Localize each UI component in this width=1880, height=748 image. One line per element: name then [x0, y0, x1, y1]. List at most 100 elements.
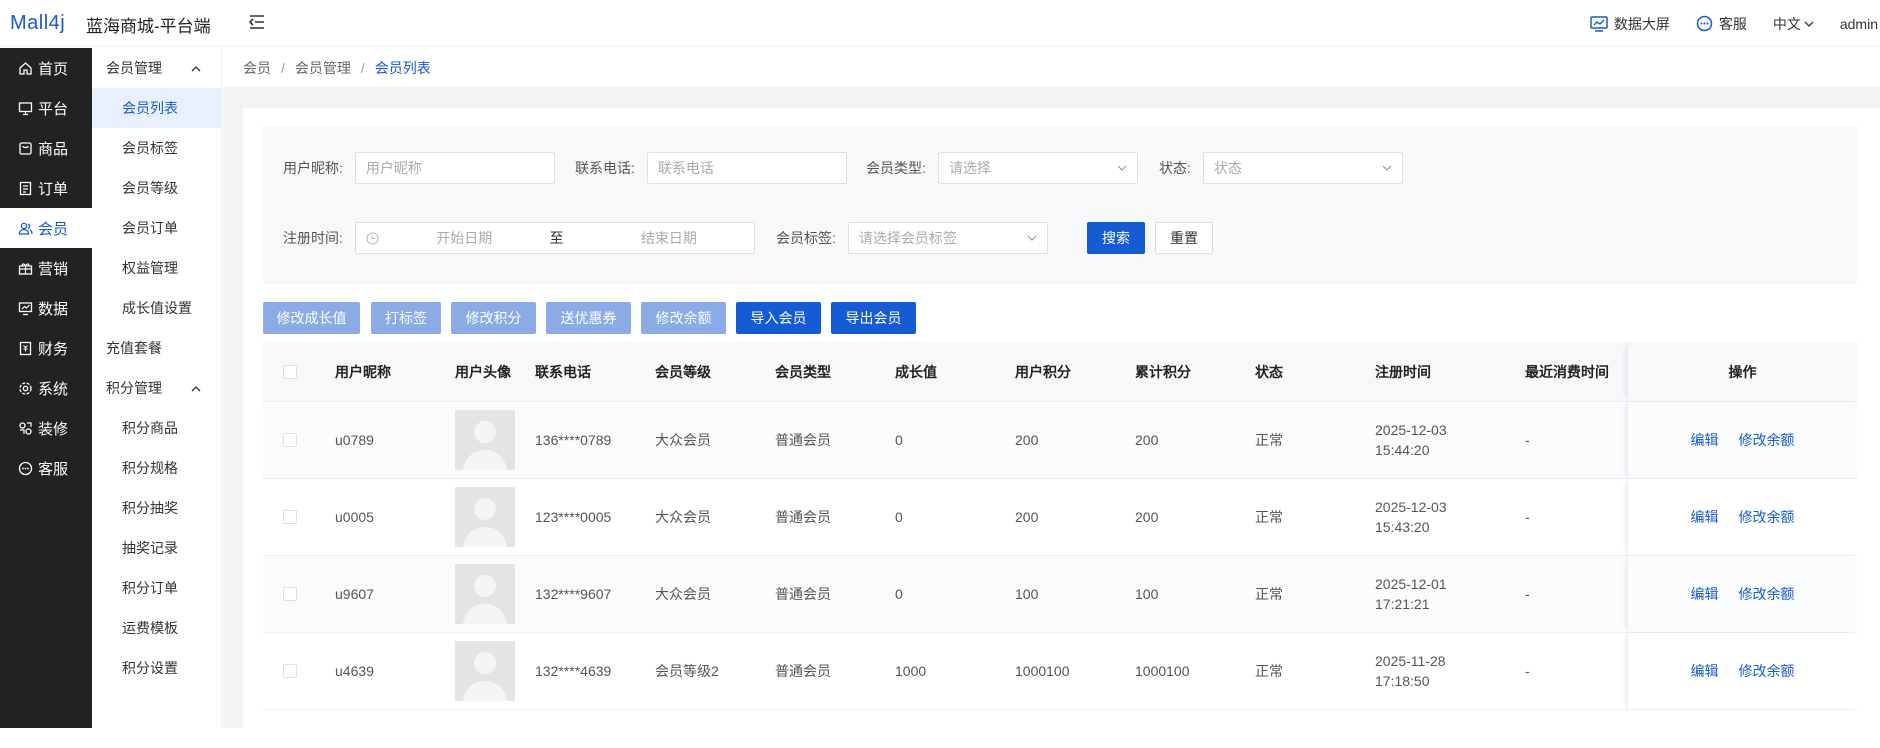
screen-icon: [1590, 15, 1608, 32]
members-table: 用户昵称 用户头像 联系电话 会员等级 会员类型 成长值 用户积分 累计积分 状…: [263, 342, 1857, 748]
language-label: 中文: [1772, 15, 1801, 32]
cell-status: 正常: [1255, 586, 1283, 602]
language-select[interactable]: 中文: [1773, 14, 1814, 34]
row-checkbox[interactable]: [283, 587, 297, 601]
export-members-button[interactable]: 导出会员: [831, 302, 916, 334]
import-members-button[interactable]: 导入会员: [736, 302, 821, 334]
cell-last-consume: -: [1525, 509, 1530, 525]
tag-button[interactable]: 打标签: [371, 302, 441, 334]
submenu-item-member-tags[interactable]: 会员标签: [92, 128, 221, 168]
register-clock: 15:44:20: [1375, 442, 1430, 458]
document-icon: [19, 181, 32, 195]
edit-link[interactable]: 编辑: [1691, 584, 1719, 604]
submenu-points-management[interactable]: 积分管理: [92, 368, 221, 408]
cell-actions: 编辑 修改余额: [1627, 556, 1857, 632]
cell-nickname: u0005: [335, 509, 374, 525]
col-growth: 成长值: [895, 363, 937, 380]
nav-decorate[interactable]: 装修: [0, 408, 92, 448]
avatar: [455, 641, 515, 701]
register-time-label: 注册时间:: [283, 230, 343, 246]
data-screen-button[interactable]: 数据大屏: [1590, 14, 1670, 34]
customer-service-label: 客服: [1718, 15, 1747, 32]
nav-system[interactable]: 系统: [0, 368, 92, 408]
member-type-select[interactable]: 请选择: [937, 152, 1138, 184]
status-select[interactable]: 状态: [1202, 152, 1403, 184]
search-button[interactable]: 搜索: [1087, 222, 1145, 254]
edit-points-button[interactable]: 修改积分: [451, 302, 536, 334]
edit-balance-button[interactable]: 修改余额: [641, 302, 726, 334]
nav-data[interactable]: 数据: [0, 288, 92, 328]
submenu-recharge-packages[interactable]: 充值套餐: [92, 328, 221, 368]
users-icon: [18, 222, 33, 235]
col-status: 状态: [1255, 363, 1283, 380]
submenu-single-label: 充值套餐: [106, 340, 162, 356]
nav-members[interactable]: 会员: [0, 208, 92, 248]
phone-input[interactable]: 联系电话: [646, 152, 847, 184]
edit-balance-link[interactable]: 修改余额: [1739, 430, 1795, 450]
nav-goods[interactable]: 商品: [0, 128, 92, 168]
nav-decorate-label: 装修: [38, 420, 69, 438]
col-register-time: 注册时间: [1375, 363, 1431, 380]
cell-type: 普通会员: [775, 432, 831, 448]
reset-button[interactable]: 重置: [1155, 222, 1213, 254]
submenu-item-member-list[interactable]: 会员列表: [92, 88, 221, 128]
edit-link[interactable]: 编辑: [1691, 661, 1719, 681]
edit-growth-button[interactable]: 修改成长值: [263, 302, 360, 334]
nav-platform-label: 平台: [38, 100, 69, 118]
submenu-item-member-levels[interactable]: 会员等级: [92, 168, 221, 208]
logo: Mall4j: [10, 11, 65, 35]
cell-type: 普通会员: [775, 663, 831, 679]
edit-link[interactable]: 编辑: [1691, 430, 1719, 450]
edit-link[interactable]: 编辑: [1691, 507, 1719, 527]
submenu-item-member-orders[interactable]: 会员订单: [92, 208, 221, 248]
submenu-item-points-goods[interactable]: 积分商品: [92, 408, 221, 448]
row-checkbox[interactable]: [283, 433, 297, 447]
user-menu[interactable]: admin: [1840, 16, 1878, 32]
select-all-checkbox[interactable]: [283, 364, 297, 379]
submenu-item-growth-settings[interactable]: 成长值设置: [92, 288, 221, 328]
member-tag-select[interactable]: 请选择会员标签: [847, 222, 1048, 254]
register-clock: 17:21:21: [1375, 596, 1430, 612]
start-date-placeholder[interactable]: 开始日期: [409, 228, 519, 248]
submenu-item-points-lottery[interactable]: 积分抽奖: [92, 488, 221, 528]
home-icon: [19, 61, 32, 75]
nav-marketing[interactable]: 营销: [0, 248, 92, 288]
col-level: 会员等级: [655, 363, 711, 380]
submenu-item-points-settings[interactable]: 积分设置: [92, 648, 221, 688]
nav-data-label: 数据: [38, 300, 69, 318]
submenu-item-points-specs[interactable]: 积分规格: [92, 448, 221, 488]
nav-finance[interactable]: 财务: [0, 328, 92, 368]
cell-phone: 132****4639: [535, 663, 612, 679]
edit-balance-link[interactable]: 修改余额: [1739, 661, 1795, 681]
submenu-item-shipping-templates[interactable]: 运费模板: [92, 608, 221, 648]
breadcrumb-item[interactable]: 会员管理: [295, 58, 351, 78]
cell-register-time: 2025-12-03 15:43:20: [1375, 479, 1447, 555]
submenu-member-management[interactable]: 会员管理: [92, 48, 221, 88]
edit-balance-link[interactable]: 修改余额: [1739, 584, 1795, 604]
breadcrumb-item[interactable]: 会员: [243, 58, 271, 78]
nav-platform[interactable]: 平台: [0, 88, 92, 128]
cell-actions: 编辑 修改余额: [1627, 633, 1857, 709]
nav-marketing-label: 营销: [38, 260, 69, 278]
table-row: u9607 132****9607 大众会员 普通会员 0 100 100 正常 2025-12…: [263, 556, 1857, 633]
nav-orders[interactable]: 订单: [0, 168, 92, 208]
nickname-input[interactable]: 用户昵称: [354, 152, 555, 184]
send-coupon-button[interactable]: 送优惠券: [546, 302, 631, 334]
decorate-icon: [19, 421, 32, 435]
end-date-placeholder[interactable]: 结束日期: [594, 228, 744, 248]
submenu-item-benefits[interactable]: 权益管理: [92, 248, 221, 288]
nav-service[interactable]: 客服: [0, 448, 92, 488]
row-checkbox[interactable]: [283, 510, 297, 524]
edit-balance-link[interactable]: 修改余额: [1739, 507, 1795, 527]
nav-home[interactable]: 首页: [0, 48, 92, 88]
status-label: 状态:: [1159, 160, 1191, 176]
menu-toggle-icon[interactable]: [246, 11, 268, 33]
gift-icon: [18, 262, 33, 275]
row-checkbox[interactable]: [283, 664, 297, 678]
customer-service-button[interactable]: 客服: [1696, 14, 1747, 34]
table-row: u0005 123****0005 大众会员 普通会员 0 200 200 正常 2025-12…: [263, 479, 1857, 556]
submenu-item-lottery-records[interactable]: 抽奖记录: [92, 528, 221, 568]
chevron-down-icon: [1804, 21, 1814, 27]
register-date-range[interactable]: 开始日期 至 结束日期: [354, 222, 755, 254]
submenu-item-points-orders[interactable]: 积分订单: [92, 568, 221, 608]
